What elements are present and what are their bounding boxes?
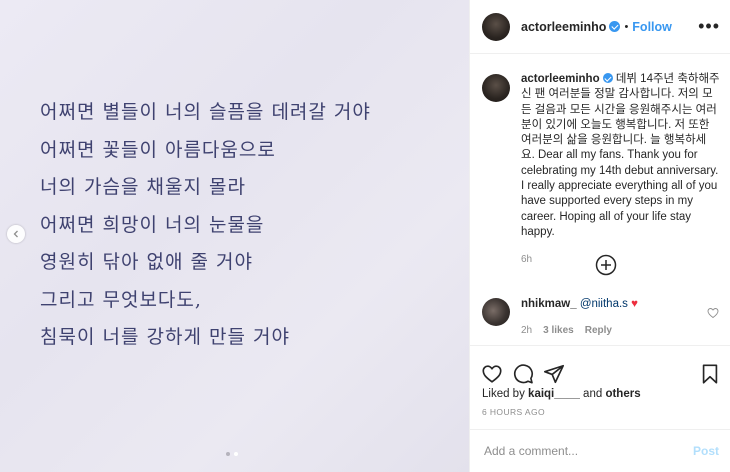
more-options-icon[interactable]: ••• bbox=[698, 16, 720, 37]
post-sidebar: actorleeminho • Follow ••• actorleeminho… bbox=[469, 0, 730, 472]
share-paper-plane-icon[interactable] bbox=[543, 363, 565, 385]
likes-and: and bbox=[583, 388, 603, 400]
save-bookmark-icon[interactable] bbox=[699, 363, 721, 385]
header-username[interactable]: actorleeminho bbox=[521, 20, 606, 34]
comment-bubble-icon[interactable] bbox=[512, 363, 534, 385]
post-header: actorleeminho • Follow ••• bbox=[470, 0, 730, 54]
caption-body: actorleeminho 데뷔 14주년 축하해주신 팬 여러분들 정말 감사… bbox=[521, 72, 720, 268]
post-comment-button[interactable]: Post bbox=[693, 444, 719, 458]
follow-button[interactable]: Follow bbox=[632, 20, 672, 34]
post-timestamp[interactable]: 6 HOURS AGO bbox=[482, 407, 545, 417]
carousel-dot bbox=[226, 452, 230, 456]
poem-line: 어쩌면 희망이 너의 눈물을 bbox=[40, 213, 265, 236]
caption-text: 데뷔 14주년 축하해주신 팬 여러분들 정말 감사합니다. 저의 모든 걸음과… bbox=[521, 73, 720, 238]
carousel-indicator bbox=[226, 452, 238, 456]
caption: actorleeminho 데뷔 14주년 축하해주신 팬 여러분들 정말 감사… bbox=[470, 54, 730, 268]
comment-mention[interactable]: @niitha.s bbox=[580, 298, 628, 310]
poem-line: 영원히 닦아 없애 줄 거야 bbox=[40, 251, 253, 273]
poem-line: 어쩌면 꽃들이 아름다움으로 bbox=[40, 138, 276, 161]
comment-avatar[interactable] bbox=[482, 298, 510, 326]
separator-dot: • bbox=[624, 20, 629, 33]
comment-meta: 2h 3 likes Reply bbox=[521, 323, 701, 338]
likes-prefix: Liked by bbox=[482, 388, 525, 400]
poem-line: 어쩌면 별들이 너의 슬픔을 데려갈 거야 bbox=[40, 101, 371, 123]
chevron-left-icon bbox=[13, 230, 18, 238]
verified-badge-icon bbox=[602, 73, 613, 83]
comment-item: nhikmaw_ @niitha.s ♥ 2h 3 likes Reply bbox=[482, 297, 722, 338]
poem-line: 침묵이 너를 강하게 만들 거야 bbox=[40, 326, 290, 348]
likes-others[interactable]: others bbox=[605, 388, 640, 400]
post-actions: Liked by kaiqi____ and others 6 HOURS AG… bbox=[470, 345, 730, 429]
instagram-post-modal: 어쩌면 별들이 너의 슬픔을 데려갈 거야 어쩌면 꽃들이 아름다움으로 너의 … bbox=[0, 0, 730, 472]
likes-summary: Liked by kaiqi____ and others bbox=[482, 388, 641, 400]
carousel-prev-button[interactable] bbox=[7, 225, 25, 243]
caption-username[interactable]: actorleeminho bbox=[521, 73, 600, 85]
like-heart-icon[interactable] bbox=[481, 363, 503, 385]
comment-like-heart-icon[interactable] bbox=[707, 307, 719, 319]
poem-text: 어쩌면 별들이 너의 슬픔을 데려갈 거야 어쩌면 꽃들이 아름다움으로 너의 … bbox=[40, 100, 371, 363]
comment-reply-button[interactable]: Reply bbox=[585, 323, 612, 338]
comment-username[interactable]: nhikmaw_ bbox=[521, 298, 577, 310]
poem-line: 그리고 무엇보다도, bbox=[40, 288, 202, 311]
avatar[interactable] bbox=[482, 12, 510, 41]
likes-user[interactable]: kaiqi____ bbox=[528, 388, 580, 400]
verified-badge-icon bbox=[609, 21, 621, 32]
poem-line: 너의 가슴을 채울지 몰라 bbox=[40, 176, 246, 198]
post-image[interactable]: 어쩌면 별들이 너의 슬픔을 데려갈 거야 어쩌면 꽃들이 아름다움으로 너의 … bbox=[0, 0, 469, 472]
comment-time[interactable]: 2h bbox=[521, 323, 532, 338]
comment-composer: Post bbox=[470, 429, 730, 472]
load-more-comments-icon[interactable] bbox=[595, 254, 617, 276]
comment-input[interactable] bbox=[482, 443, 693, 459]
carousel-dot-active bbox=[234, 452, 238, 456]
caption-avatar[interactable] bbox=[482, 74, 510, 102]
caption-time[interactable]: 6h bbox=[521, 252, 720, 267]
header-user: actorleeminho • Follow bbox=[521, 20, 672, 34]
comment-likes[interactable]: 3 likes bbox=[543, 323, 574, 338]
comment-body: nhikmaw_ @niitha.s ♥ 2h 3 likes Reply bbox=[521, 297, 701, 338]
heart-emoji: ♥ bbox=[631, 298, 638, 310]
